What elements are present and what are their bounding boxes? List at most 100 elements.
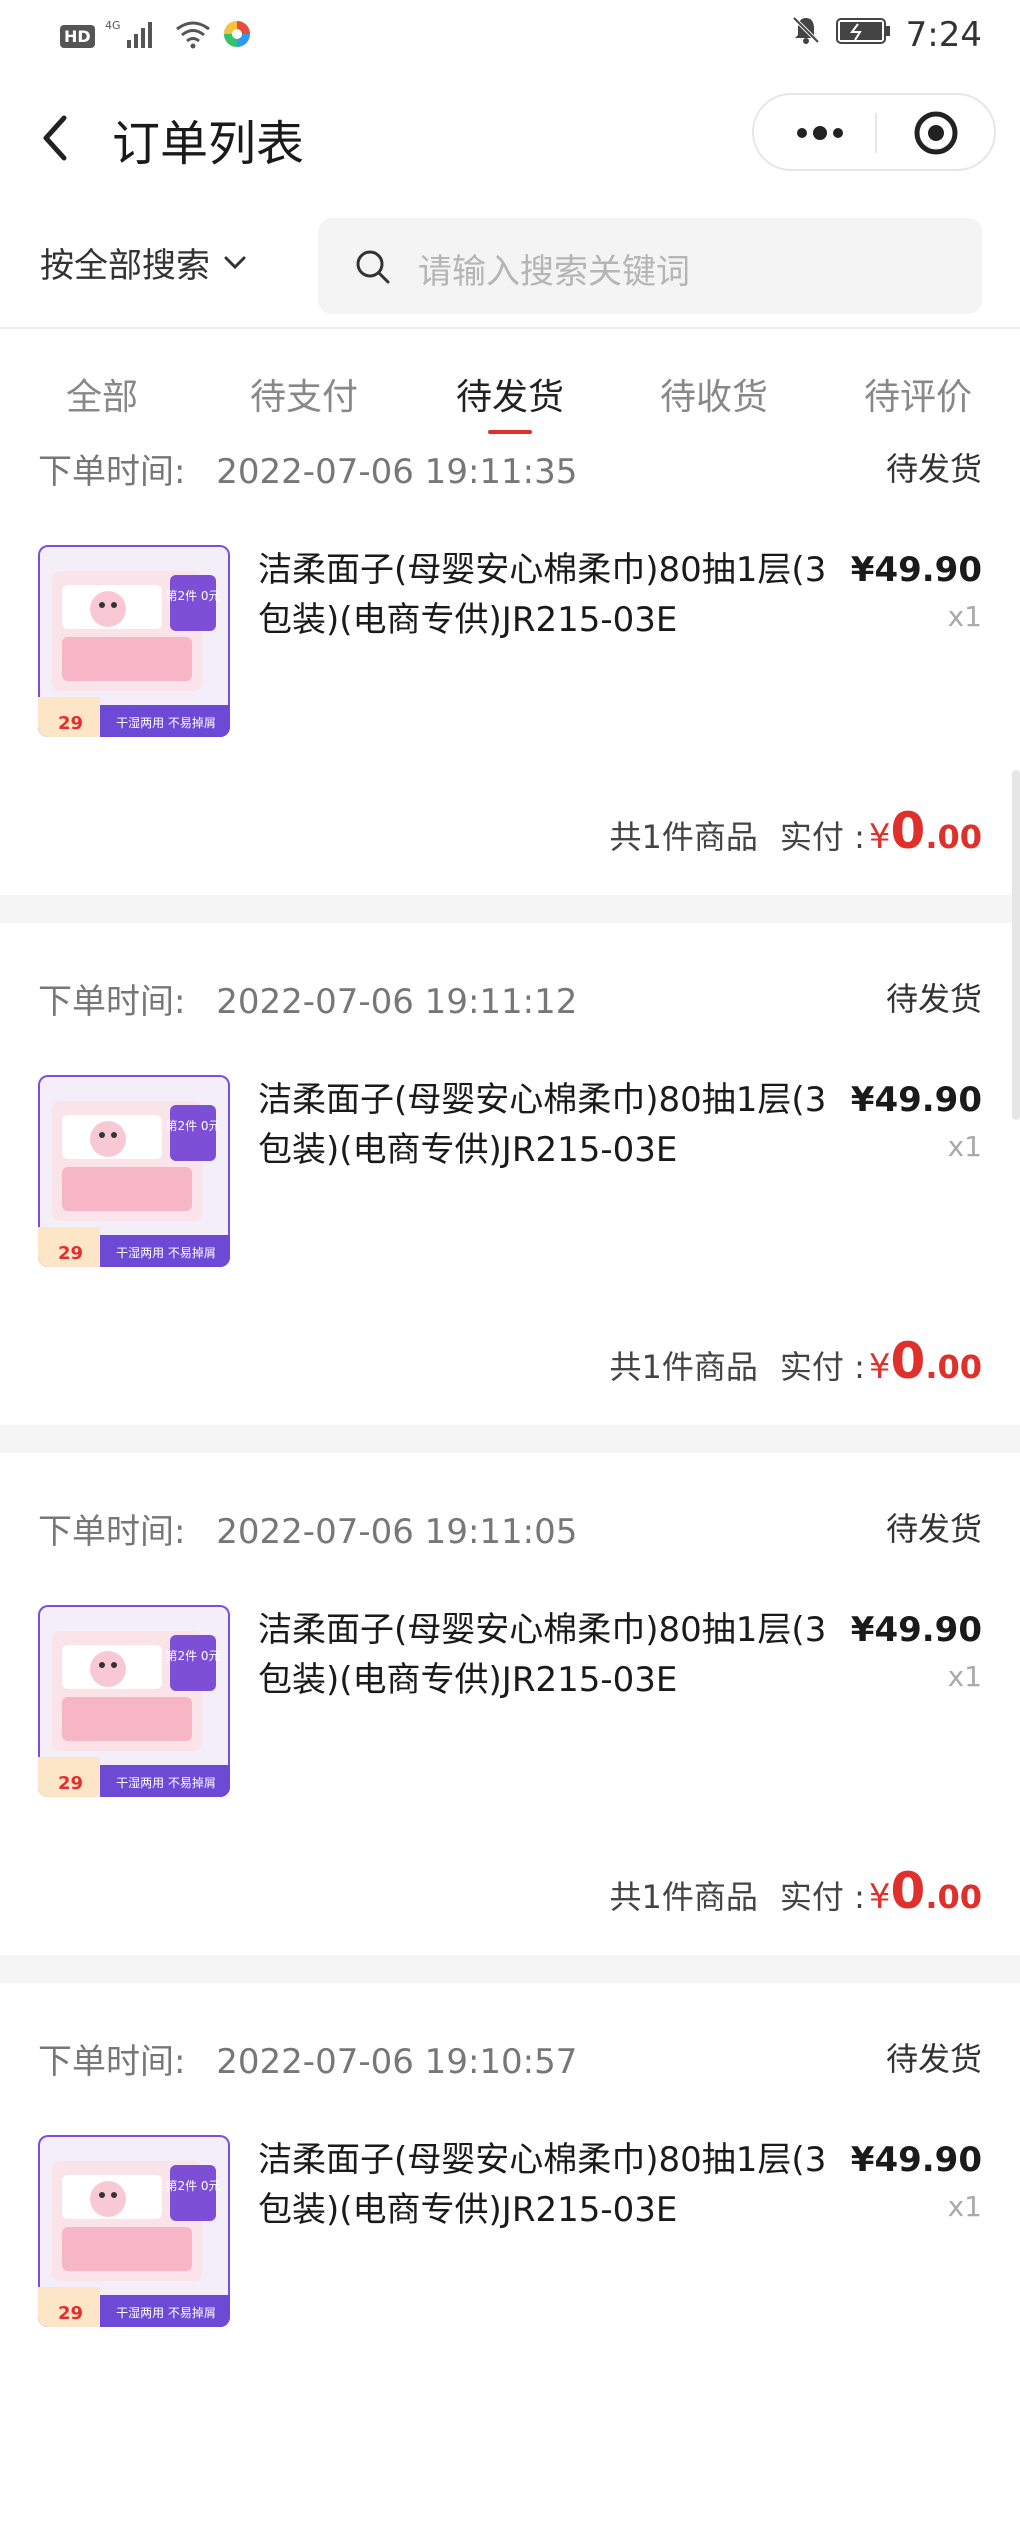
paid-label: 实付 : [779, 818, 865, 856]
order-summary: 共1件商品 实付 : ¥ 0 .00 [610, 1862, 982, 1920]
order-status: 待发货 [885, 450, 982, 488]
network-label: 4G [105, 19, 121, 32]
card-separator [0, 1955, 1020, 1983]
divider [0, 327, 1020, 329]
thumb-badge: 第2件 0元 [165, 1649, 220, 1663]
paid-amount-integer: 0 [890, 1332, 926, 1390]
status-bar: HD 4G 7:24 [0, 0, 1020, 70]
miniprogram-capsule [752, 93, 996, 171]
paid-amount-integer: 0 [890, 1862, 926, 1920]
thumb-badge: 第2件 0元 [165, 2179, 220, 2193]
search-input[interactable]: 请输入搜索关键词 [318, 218, 982, 314]
search-row: 按全部搜索 请输入搜索关键词 [0, 210, 1020, 325]
back-button[interactable] [34, 108, 84, 168]
search-scope-label: 按全部搜索 [40, 246, 210, 286]
chevron-left-icon [43, 115, 67, 161]
card-separator [0, 895, 1020, 923]
order-time: 下单时间: 2022-07-06 19:10:57 [38, 2034, 577, 2083]
paid-amount-decimal: .00 [925, 818, 982, 856]
product-price: ¥49.90 [850, 2140, 982, 2180]
order-summary: 共1件商品 实付 : ¥ 0 .00 [610, 802, 982, 860]
status-left: HD 4G [60, 18, 253, 54]
item-count: 共1件商品 [609, 1878, 758, 1916]
paid-label: 实付 : [779, 1878, 865, 1916]
tab-pending-payment[interactable]: 待支付 [250, 368, 358, 420]
product-name[interactable]: 洁柔面子(母婴安心棉柔巾)80抽1层(3包装)(电商专供)JR215-03E [258, 1075, 848, 1175]
product-image: 第2件 0元 29 干湿两用 不易掉屑 [38, 545, 230, 737]
order-time-label: 下单时间: [38, 2042, 186, 2082]
paid-currency: ¥ [868, 817, 891, 857]
capsule-divider [875, 113, 877, 153]
order-time-value: 2022-07-06 19:11:35 [216, 452, 578, 492]
order-tabs: 全部 待支付 待发货 待收货 待评价 [0, 330, 1020, 440]
search-scope-dropdown[interactable]: 按全部搜索 [40, 238, 250, 287]
mute-bell-icon [790, 14, 822, 55]
order-time: 下单时间: 2022-07-06 19:11:12 [38, 974, 577, 1023]
order-time-label: 下单时间: [38, 1512, 186, 1552]
product-price: ¥49.90 [850, 550, 982, 590]
clock-time: 7:24 [905, 14, 982, 55]
product-name[interactable]: 洁柔面子(母婴安心棉柔巾)80抽1层(3包装)(电商专供)JR215-03E [258, 545, 848, 645]
product-thumbnail[interactable]: 第2件 0元 29 干湿两用 不易掉屑 [38, 545, 230, 737]
thumb-bottom-text: 干湿两用 不易掉屑 [116, 715, 216, 730]
product-thumbnail[interactable]: 第2件 0元 29 干湿两用 不易掉屑 [38, 1075, 230, 1267]
product-image: 第2件 0元 29 干湿两用 不易掉屑 [38, 1605, 230, 1797]
paid-currency: ¥ [868, 1877, 891, 1917]
order-time: 下单时间: 2022-07-06 19:11:05 [38, 1504, 577, 1553]
order-time-label: 下单时间: [38, 982, 186, 1022]
product-image: 第2件 0元 29 干湿两用 不易掉屑 [38, 1075, 230, 1267]
paid-currency: ¥ [868, 1347, 891, 1387]
thumb-badge: 第2件 0元 [165, 589, 220, 603]
order-time-value: 2022-07-06 19:11:05 [216, 1512, 578, 1552]
more-dots-icon [797, 126, 843, 140]
product-price: ¥49.90 [850, 1080, 982, 1120]
close-miniprogram-button[interactable] [912, 109, 960, 157]
product-name[interactable]: 洁柔面子(母婴安心棉柔巾)80抽1层(3包装)(电商专供)JR215-03E [258, 1605, 848, 1705]
search-icon [356, 250, 390, 284]
target-icon [914, 111, 958, 155]
paid-amount-integer: 0 [890, 802, 926, 860]
thumb-badge: 第2件 0元 [165, 1119, 220, 1133]
scrollbar[interactable] [1012, 770, 1020, 1120]
nav-header: 订单列表 [0, 88, 1020, 188]
thumb-price-tag: 29 [58, 2303, 83, 2324]
order-time-value: 2022-07-06 19:11:12 [216, 982, 578, 1022]
item-count: 共1件商品 [609, 818, 758, 856]
thumb-price-tag: 29 [58, 1773, 83, 1794]
paid-amount-decimal: .00 [925, 1878, 982, 1916]
page-title: 订单列表 [112, 116, 305, 172]
tab-pending-review[interactable]: 待评价 [864, 368, 972, 420]
thumb-price-tag: 29 [58, 1243, 83, 1264]
product-thumbnail[interactable]: 第2件 0元 29 干湿两用 不易掉屑 [38, 2135, 230, 2327]
thumb-bottom-text: 干湿两用 不易掉屑 [116, 1775, 216, 1790]
product-image: 第2件 0元 29 干湿两用 不易掉屑 [38, 2135, 230, 2327]
order-time-label: 下单时间: [38, 452, 186, 492]
search-placeholder: 请输入搜索关键词 [418, 252, 690, 292]
product-thumbnail[interactable]: 第2件 0元 29 干湿两用 不易掉屑 [38, 1605, 230, 1797]
thumb-bottom-text: 干湿两用 不易掉屑 [116, 1245, 216, 1260]
product-name[interactable]: 洁柔面子(母婴安心棉柔巾)80抽1层(3包装)(电商专供)JR215-03E [258, 2135, 848, 2235]
order-card[interactable]: 下单时间: 2022-07-06 19:11:35 待发货 第2件 0元 29 … [0, 440, 1020, 940]
paid-label: 实付 : [779, 1348, 865, 1386]
active-tab-indicator [488, 430, 532, 434]
item-count: 共1件商品 [609, 1348, 758, 1386]
product-quantity: x1 [947, 600, 982, 633]
order-card[interactable]: 下单时间: 2022-07-06 19:11:05 待发货 第2件 0元 29 … [0, 1500, 1020, 2000]
product-quantity: x1 [947, 1660, 982, 1693]
tab-pending-shipment[interactable]: 待发货 [456, 368, 564, 420]
order-card[interactable]: 下单时间: 2022-07-06 19:10:57 待发货 第2件 0元 29 … [0, 2030, 1020, 2530]
tab-all[interactable]: 全部 [66, 368, 138, 420]
order-status: 待发货 [885, 1510, 982, 1548]
paid-amount-decimal: .00 [925, 1348, 982, 1386]
battery-icon [835, 15, 892, 55]
hd-icon: HD [60, 24, 95, 48]
thumb-price-tag: 29 [58, 713, 83, 734]
more-button[interactable] [790, 115, 850, 151]
card-separator [0, 1425, 1020, 1453]
order-time: 下单时间: 2022-07-06 19:11:35 [38, 444, 577, 493]
order-card[interactable]: 下单时间: 2022-07-06 19:11:12 待发货 第2件 0元 29 … [0, 970, 1020, 1470]
wifi-icon [175, 19, 211, 53]
order-summary: 共1件商品 实付 : ¥ 0 .00 [610, 1332, 982, 1390]
chevron-down-icon [224, 256, 246, 269]
tab-pending-receipt[interactable]: 待收货 [660, 368, 768, 420]
